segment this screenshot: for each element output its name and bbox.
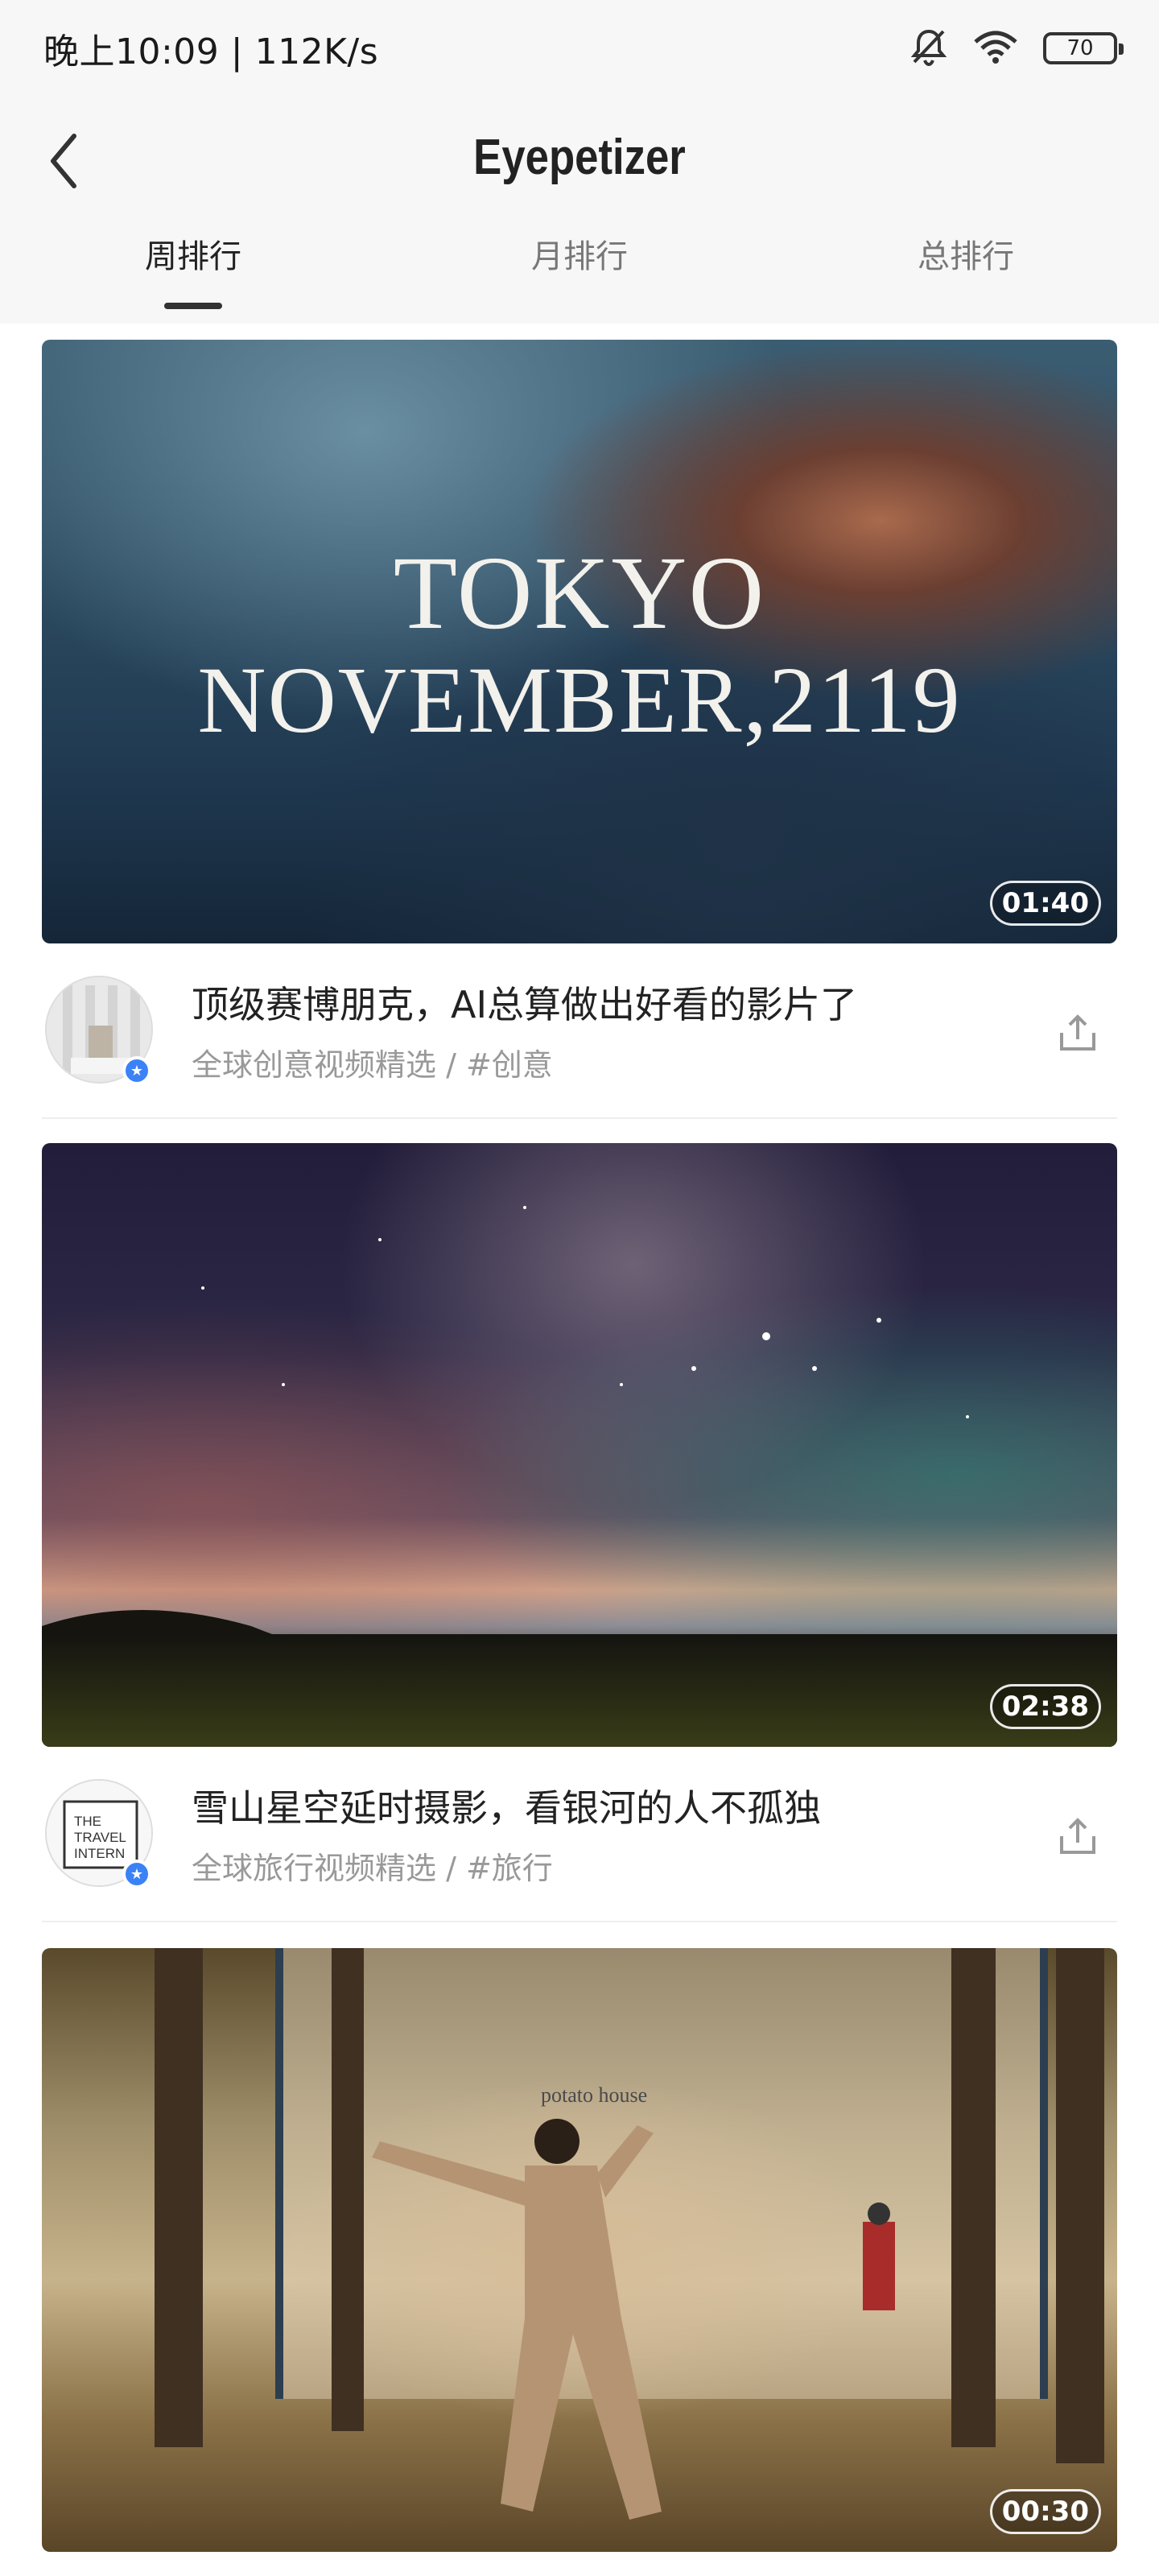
battery-level: 70 <box>1066 36 1094 60</box>
status-bar: 晚上10:09 | 112K/s 70 <box>0 0 1159 97</box>
svg-text:TRAVEL: TRAVEL <box>74 1830 126 1845</box>
share-button[interactable] <box>1050 1005 1106 1061</box>
video-title[interactable]: 雪山星空延时摄影，看银河的人不孤独 <box>192 1779 821 1832</box>
svg-text:THE: THE <box>74 1814 101 1829</box>
verified-badge-icon: ★ <box>122 1056 151 1085</box>
thumbnail-caption-line-1: TOKYO <box>393 535 766 651</box>
share-button[interactable] <box>1050 1808 1106 1864</box>
ground-strip <box>42 1634 1117 1747</box>
video-category[interactable]: 全球旅行视频精选 / #旅行 <box>192 1843 553 1888</box>
video-thumbnail[interactable]: TOKYO NOVEMBER,2119 01:40 <box>42 340 1117 943</box>
duration-badge: 02:38 <box>989 1684 1101 1729</box>
status-time-speed: 晚上10:09 | 112K/s <box>43 31 379 72</box>
video-thumbnail[interactable]: potato house 00:30 <box>42 1948 1117 2552</box>
wifi-icon <box>972 29 1019 68</box>
video-meta: ★ 顶级赛博朋克，AI总算做出好看的影片了 全球创意视频精选 / #创意 <box>42 943 1117 1121</box>
share-icon <box>1060 1818 1095 1854</box>
active-tab-indicator <box>164 303 222 309</box>
page-title: Eyepetizer <box>473 130 686 185</box>
tab-monthly[interactable]: 月排行 <box>483 230 676 311</box>
chevron-left-icon <box>51 134 76 188</box>
duration-badge: 00:30 <box>989 2489 1101 2534</box>
ranking-tabs: 周排行 月排行 总排行 <box>0 230 1159 311</box>
svg-text:INTERN: INTERN <box>74 1846 125 1861</box>
app-header: Eyepetizer 周排行 月排行 总排行 <box>0 97 1159 324</box>
divider <box>42 1117 1117 1119</box>
status-icons: 70 <box>909 24 1124 72</box>
divider <box>42 1921 1117 1922</box>
share-icon <box>1060 1014 1095 1051</box>
duration-badge: 01:40 <box>989 881 1101 926</box>
battery-icon: 70 <box>1043 32 1124 64</box>
video-title[interactable]: 顶级赛博朋克，AI总算做出好看的影片了 <box>192 976 857 1029</box>
thumbnail-caption-line-2: NOVEMBER,2119 <box>197 647 962 753</box>
video-thumbnail[interactable]: 02:38 <box>42 1143 1117 1747</box>
mute-icon <box>909 27 948 70</box>
autumn-scene-illustration <box>155 1948 1104 2520</box>
tab-all-time[interactable]: 总排行 <box>869 230 1062 311</box>
tab-weekly[interactable]: 周排行 <box>97 230 290 311</box>
video-meta: THE TRAVEL INTERN ★ 雪山星空延时摄影，看银河的人不孤独 全球… <box>42 1747 1117 1924</box>
verified-badge-icon: ★ <box>122 1860 151 1889</box>
video-category[interactable]: 全球创意视频精选 / #创意 <box>192 1040 553 1084</box>
